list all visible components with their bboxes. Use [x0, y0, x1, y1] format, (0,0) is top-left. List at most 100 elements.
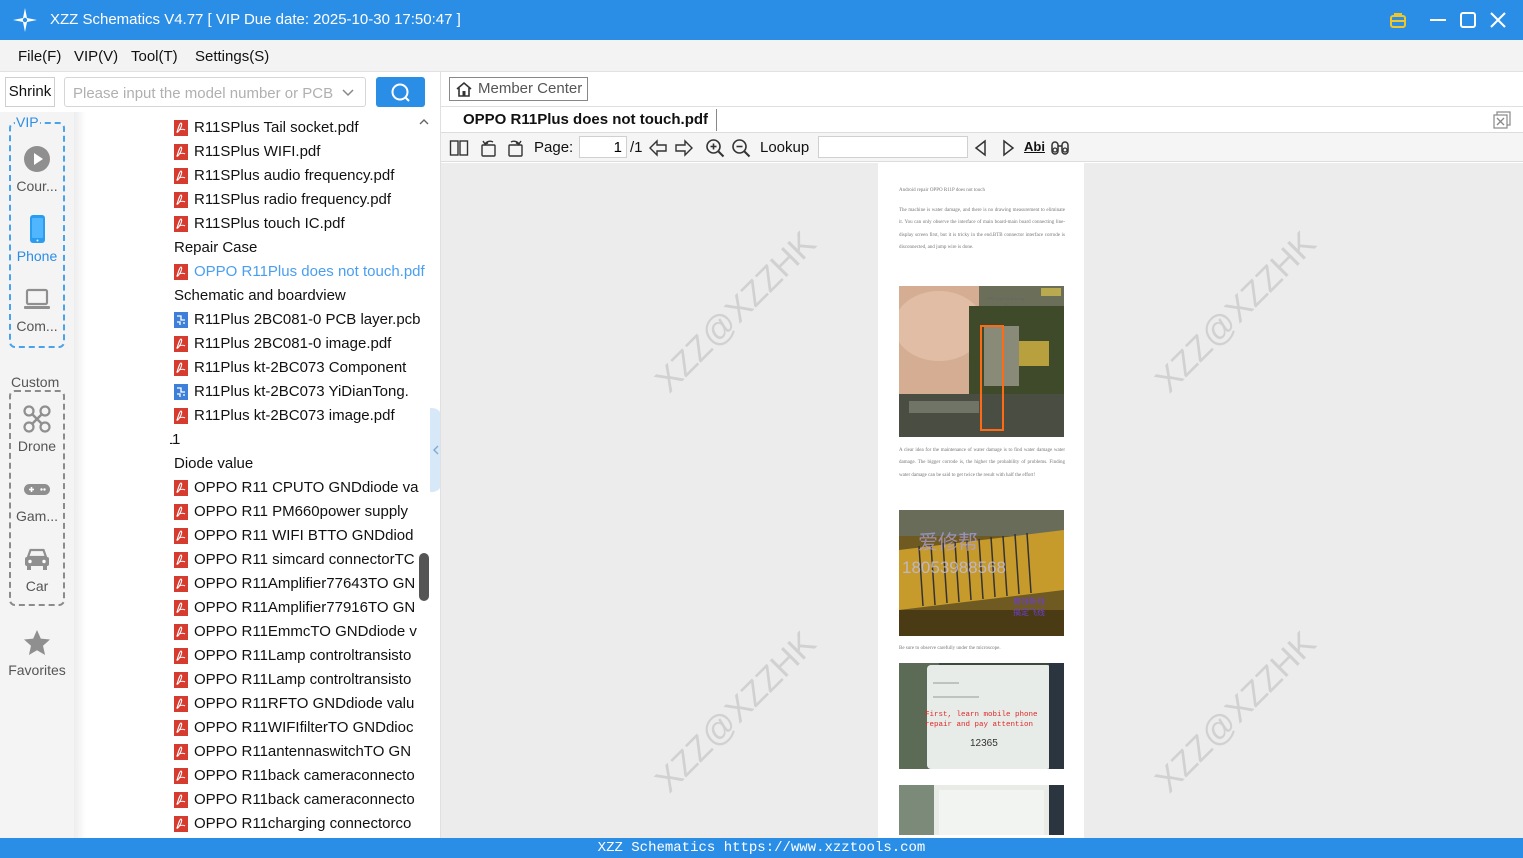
member-center-button[interactable]: Member Center — [449, 77, 588, 101]
scroll-up-arrow-icon[interactable] — [418, 117, 430, 127]
tree-node-label: OPPO R11back cameraconnecto — [194, 791, 415, 808]
pdf-file-icon — [174, 168, 188, 184]
photo-watermark-cn: 爱修帮 — [918, 530, 978, 554]
next-page-arrow-icon[interactable] — [674, 138, 694, 158]
find-previous-icon[interactable] — [971, 138, 991, 158]
tree-shadow — [74, 112, 86, 838]
zoom-in-icon[interactable] — [705, 138, 725, 158]
chevron-down-icon[interactable] — [341, 86, 355, 100]
menu-settings[interactable]: Settings(S) — [195, 48, 269, 65]
home-icon — [456, 81, 472, 97]
tree-node-label: R11SPlus radio frequency.pdf — [194, 191, 392, 208]
category-phone[interactable]: Phone — [9, 214, 65, 264]
page-label: Page: — [534, 139, 574, 156]
category-drone-label: Drone — [17, 438, 57, 454]
tree-node-label: OPPO R11RFTO GNDdiode valu — [194, 695, 415, 712]
lookup-input[interactable] — [818, 136, 968, 158]
pdf-file-icon — [174, 576, 188, 592]
pdf-viewer[interactable]: XZZ@XZZHK XZZ@XZZHK XZZ@XZZHK XZZ@XZZHK … — [441, 163, 1523, 838]
lookup-label: Lookup — [760, 139, 810, 156]
chevron-left-icon — [433, 445, 439, 455]
tree-node-label: OPPO R11Plus does not touch.pdf — [194, 263, 425, 280]
pdf-file-icon — [174, 336, 188, 352]
tree-node-label: OPPO R11Lamp controltransisto — [194, 671, 412, 688]
phone-icon — [30, 215, 45, 243]
phone-photo-2 — [899, 785, 1064, 835]
close-icon[interactable] — [1486, 8, 1510, 32]
page-heading: Android repair OPPO R11P does not touch — [899, 188, 986, 193]
board-photo-1 — [899, 286, 1064, 437]
binoculars-icon[interactable] — [1050, 138, 1070, 158]
search-button[interactable] — [376, 77, 425, 107]
file-tree-list: R11SPlus Tail socket.pdf R11SPlus WIFI.pd… — [170, 112, 430, 838]
tree-node-label: R11SPlus touch IC.pdf — [194, 215, 345, 232]
pdf-file-icon — [174, 504, 188, 520]
pdf-file-icon — [174, 264, 188, 280]
photo-overlay-line-2: repair and pay attention — [925, 721, 1034, 729]
pdf-file-icon — [174, 768, 188, 784]
vip-bag-icon[interactable] — [1386, 8, 1410, 32]
pdf-file-icon — [174, 720, 188, 736]
tree-node-label: Schematic and boardview — [174, 287, 346, 304]
match-case-toggle[interactable]: Abi — [1024, 139, 1045, 154]
tree-node-label: R11SPlus WIFI.pdf — [194, 143, 321, 160]
two-page-view-icon[interactable] — [449, 138, 469, 158]
category-car-label: Car — [25, 578, 49, 594]
previous-page-arrow-icon[interactable] — [648, 138, 668, 158]
photo-red-note: 腐蚀断线 搞定飞线 — [1013, 597, 1045, 617]
category-drone[interactable]: Drone — [9, 404, 65, 454]
page-paragraph-2: A clear idea for the maintenance of wate… — [899, 448, 1065, 478]
rotate-left-icon[interactable] — [479, 138, 499, 158]
photo-screen-number: 12365 — [970, 738, 998, 749]
search-icon — [391, 83, 410, 102]
tree-node-label: OPPO R11charging connectorco — [194, 815, 412, 832]
maximize-icon[interactable] — [1456, 8, 1480, 32]
category-car[interactable]: Car — [9, 544, 65, 594]
category-game[interactable]: Gam... — [9, 474, 65, 524]
pdf-file-icon — [174, 192, 188, 208]
menu-vip[interactable]: VIP(V) — [74, 48, 118, 65]
status-bar: XZZ Schematics https://www.xzztools.com — [0, 838, 1523, 858]
find-next-icon[interactable] — [998, 138, 1018, 158]
category-phone-label: Phone — [16, 248, 58, 264]
menu-file[interactable]: File(F) — [18, 48, 61, 65]
category-favorites[interactable]: Favorites — [0, 628, 74, 678]
tree-node-label: OPPO R11WIFIfilterTO GNDdioc — [194, 719, 414, 736]
rotate-right-icon[interactable] — [505, 138, 525, 158]
pcb-file-icon — [174, 312, 188, 328]
gamepad-icon — [24, 484, 50, 495]
menu-tool[interactable]: Tool(T) — [131, 48, 178, 65]
pdf-file-icon — [174, 648, 188, 664]
pdf-file-icon — [174, 144, 188, 160]
tree-node-label: OPPO R11 simcard connectorTC — [194, 551, 415, 568]
tree-scrollbar-thumb[interactable] — [419, 553, 429, 601]
zoom-out-icon[interactable] — [731, 138, 751, 158]
category-game-label: Gam... — [15, 508, 58, 524]
shrink-button[interactable]: Shrink — [5, 77, 55, 107]
watermark-text: XZZ@XZZHK — [1147, 224, 1324, 400]
pdf-file-icon — [174, 792, 188, 808]
model-search-input[interactable] — [73, 83, 333, 103]
pdf-file-icon — [174, 408, 188, 424]
model-search-combobox[interactable] — [64, 77, 366, 107]
pdf-file-icon — [174, 672, 188, 688]
pdf-file-icon — [174, 360, 188, 376]
close-all-tabs-icon[interactable] — [1493, 111, 1511, 129]
pdf-file-icon — [174, 480, 188, 496]
app-logo-icon — [13, 8, 37, 32]
minimize-icon[interactable] — [1426, 8, 1450, 32]
page-number-input[interactable] — [579, 136, 627, 158]
window-title: XZZ Schematics V4.77 [ VIP Due date: 202… — [50, 11, 461, 28]
pdf-file-icon — [174, 624, 188, 640]
pdf-file-icon — [174, 744, 188, 760]
page-paragraph-1: The machine is water damage, and there i… — [899, 208, 1065, 251]
fpc-caption: FPC slight hit from top to — [987, 296, 1025, 307]
tree-node-label: R11Plus 2BC081-0 image.pdf — [194, 335, 392, 352]
tree-node-label: OPPO R11 PM660power supply — [194, 503, 408, 520]
tree-node-label: Repair Case — [174, 239, 258, 256]
category-computer[interactable]: Com... — [9, 284, 65, 334]
category-courses[interactable]: Cour... — [9, 144, 65, 194]
drone-icon — [23, 405, 51, 433]
pdf-file-icon — [174, 696, 188, 712]
tab-open-document[interactable]: OPPO R11Plus does not touch.pdf — [463, 111, 708, 128]
